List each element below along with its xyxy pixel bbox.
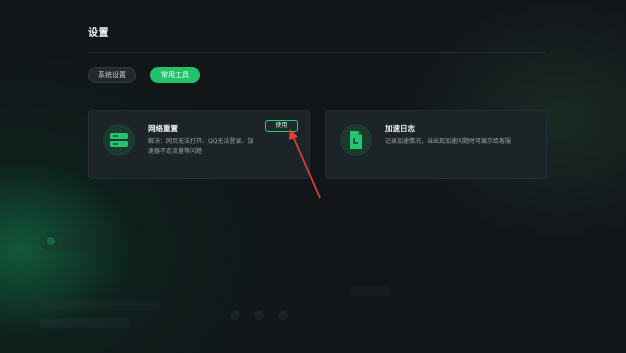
tool-title: 网络重置 bbox=[148, 124, 178, 133]
tool-description: 记录加速情况，当出现加速问题时可展示给客服 bbox=[385, 138, 512, 145]
tool-card-network-reset: 网络重置 解决：网页无法打开、QQ无法登录、加速器不走流量等问题 使用 bbox=[88, 110, 310, 179]
divider bbox=[88, 52, 546, 53]
tool-title: 加速日志 bbox=[385, 124, 415, 133]
annotation-arrow-icon bbox=[289, 129, 321, 199]
tab-common-tools[interactable]: 常用工具 bbox=[150, 67, 200, 83]
page-title: 设置 bbox=[88, 28, 109, 39]
server-icon bbox=[103, 124, 135, 156]
tool-description: 解决：网页无法打开、QQ无法登录、加速器不走流量等问题 bbox=[148, 138, 254, 155]
tool-card-acceleration-log[interactable]: 加速日志 记录加速情况，当出现加速问题时可展示给客服 bbox=[325, 110, 547, 179]
document-icon bbox=[340, 124, 372, 156]
settings-tabs: 系统设置 常用工具 bbox=[88, 67, 200, 83]
tab-system-settings[interactable]: 系统设置 bbox=[88, 67, 136, 83]
